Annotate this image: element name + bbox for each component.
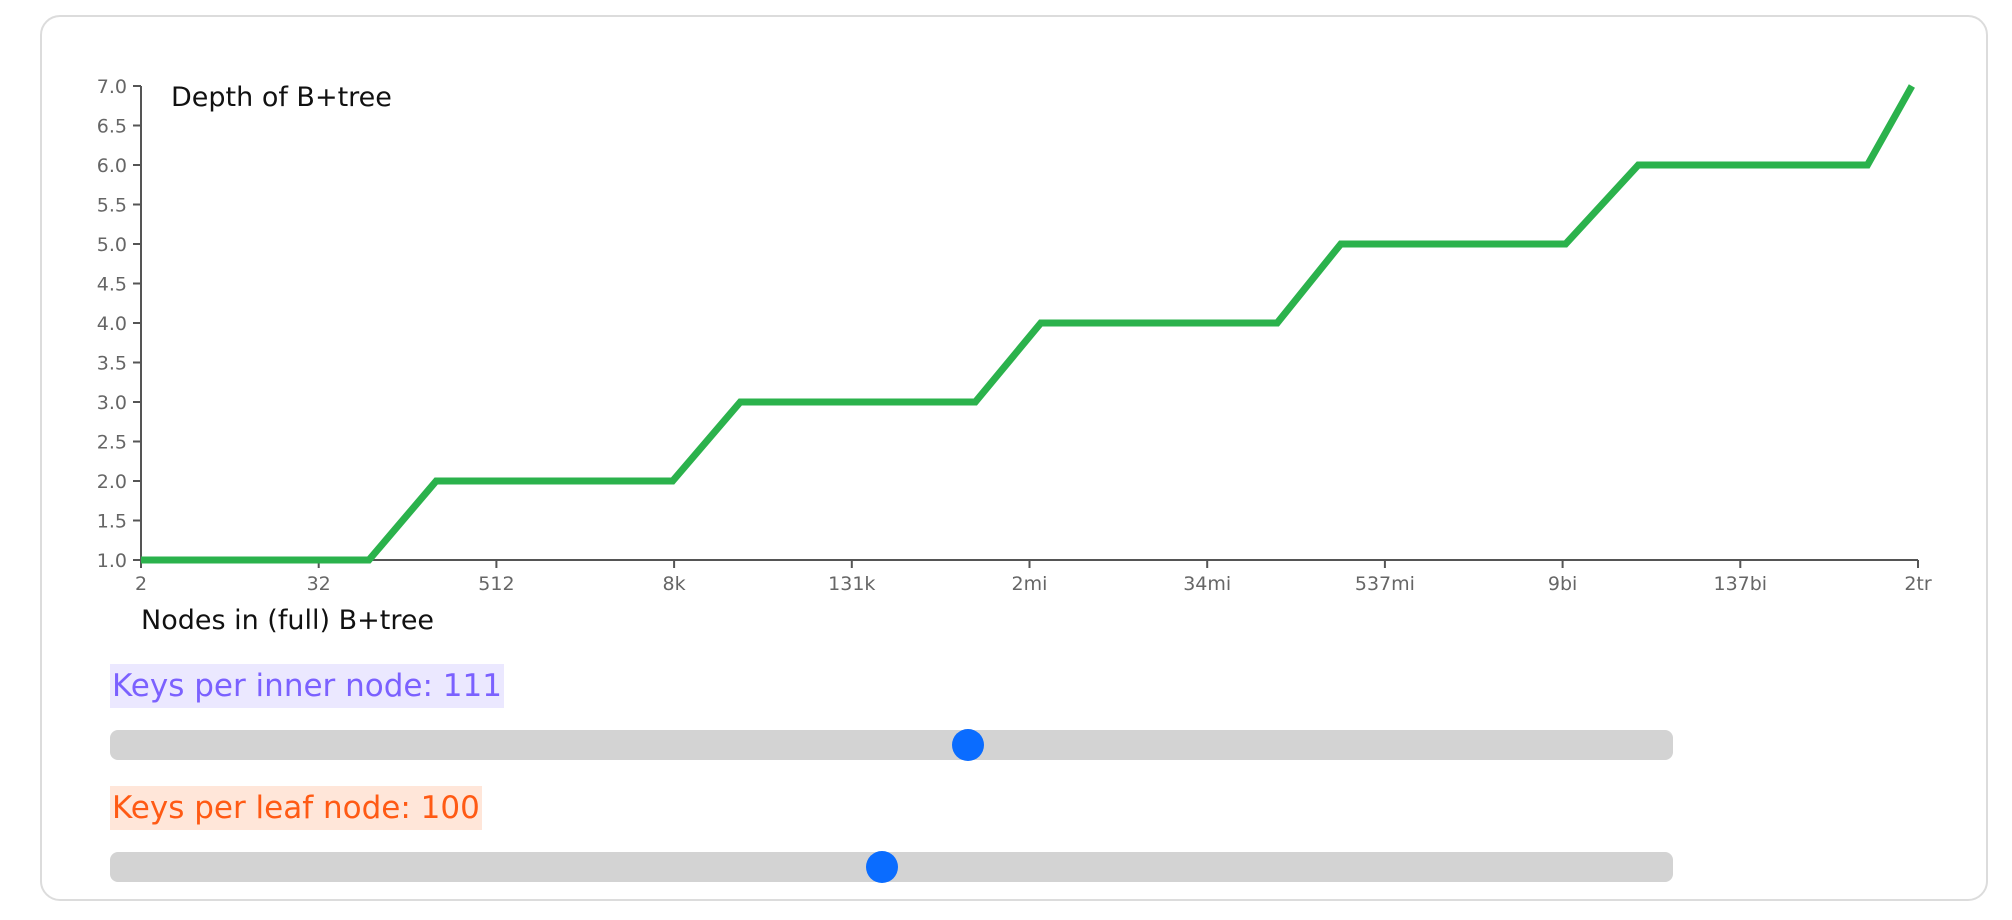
y-tick-label: 6.5	[97, 116, 127, 138]
y-tick-label: 3.0	[97, 392, 127, 414]
depth-series-line	[141, 84, 1915, 564]
inner-keys-slider[interactable]	[110, 729, 1673, 761]
x-tick-label: 512	[478, 573, 514, 595]
y-tick-label: 5.0	[97, 234, 127, 256]
y-tick-label: 4.5	[97, 274, 127, 296]
y-axis: 1.0 1.5 2.0 2.5 3.0 3.5 4.0 4.5 5.0 5.5 6.0 6.5 7.0	[97, 76, 141, 572]
chart-title: Depth of B+tree	[171, 82, 392, 113]
inner-keys-slider-thumb[interactable]	[952, 729, 985, 761]
depth-chart: Depth of B+tree 1.0 1.5 2.0 2.5 3.0 3.5 4.0 4.5…	[97, 76, 1932, 636]
y-tick-label: 3.5	[97, 353, 127, 375]
x-axis: 2 32 512 8k 131k 2mi 34mi 537mi 9bi 137bi 2tr	[135, 560, 1932, 595]
x-tick-label: 8k	[663, 573, 686, 595]
x-tick-label: 2mi	[1012, 573, 1048, 595]
x-axis-title: Nodes in (full) B+tree	[141, 605, 434, 636]
inner-keys-label: Keys per inner node: 111	[110, 664, 504, 708]
y-tick-label: 6.0	[97, 155, 127, 177]
x-tick-label: 32	[307, 573, 331, 595]
y-tick-label: 7.0	[97, 76, 127, 98]
y-tick-label: 1.0	[97, 550, 127, 572]
leaf-keys-slider[interactable]	[110, 851, 1673, 883]
y-tick-label: 2.5	[97, 432, 127, 454]
x-tick-label: 34mi	[1183, 573, 1231, 595]
leaf-keys-slider-thumb[interactable]	[866, 851, 899, 883]
y-tick-label: 2.0	[97, 471, 127, 493]
x-tick-label: 131k	[828, 573, 875, 595]
x-tick-label: 2	[135, 573, 147, 595]
leaf-keys-label: Keys per leaf node: 100	[110, 786, 482, 830]
x-tick-label: 137bi	[1713, 573, 1767, 595]
y-tick-label: 5.5	[97, 195, 127, 217]
x-tick-label: 9bi	[1548, 573, 1577, 595]
y-tick-label: 1.5	[97, 511, 127, 533]
x-tick-label: 537mi	[1355, 573, 1415, 595]
x-tick-label: 2tr	[1904, 573, 1932, 595]
y-tick-label: 4.0	[97, 313, 127, 335]
